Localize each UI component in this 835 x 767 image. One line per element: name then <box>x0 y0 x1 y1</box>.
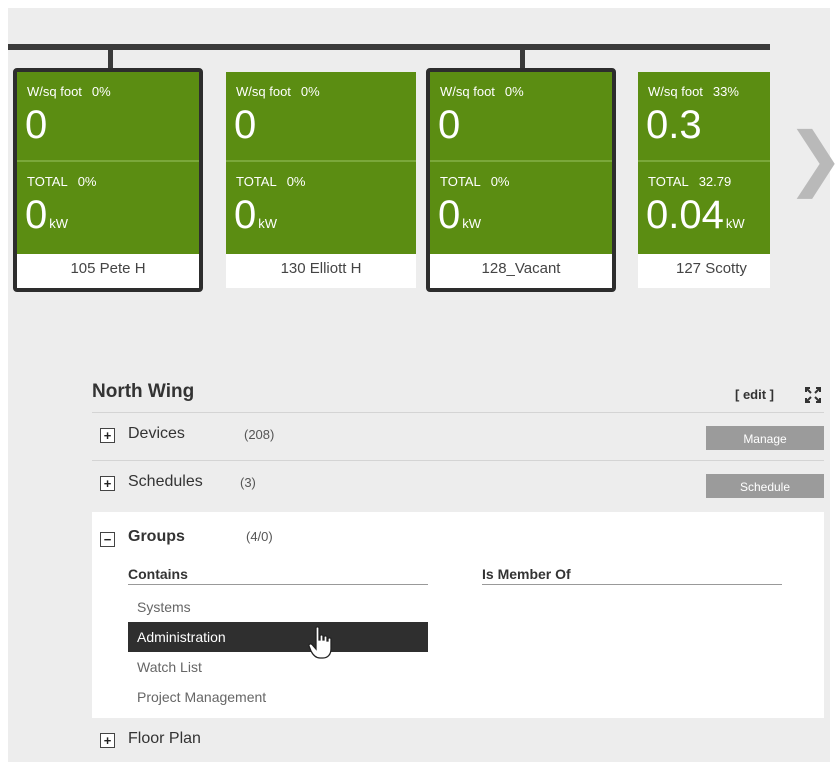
metric-label: W/sq foot <box>648 84 703 99</box>
groups-panel: − Groups (4/0) Contains Is Member Of Sys… <box>92 512 824 718</box>
power-density-panel: W/sq foot 33% 0.3 <box>638 72 770 162</box>
floor-plan-row: + Floor Plan <box>92 718 824 764</box>
groups-count: (4/0) <box>246 529 273 544</box>
room-card-130-elliott-h[interactable]: W/sq foot 0% 0 TOTAL 0% 0 kW 130 Elliott H <box>226 72 416 288</box>
metric-value: 0 <box>234 103 257 147</box>
room-name: 128_Vacant <box>481 260 561 277</box>
room-name: 105 Pete H <box>70 260 146 277</box>
total-label: TOTAL <box>236 174 277 189</box>
bus-line <box>8 44 770 50</box>
power-density-panel: W/sq foot 0% 0 <box>430 72 612 162</box>
floor-plan-label[interactable]: Floor Plan <box>128 730 201 748</box>
metric-percent: 0% <box>91 84 111 99</box>
hand-pointer-icon <box>308 626 332 659</box>
room-card-127-scotty[interactable]: W/sq foot 33% 0.3 TOTAL 32.79 0.04 kW 127 S… <box>638 72 770 288</box>
power-density-panel: W/sq foot 0% 0 <box>226 72 416 162</box>
expand-toggle[interactable]: + <box>100 733 115 748</box>
room-carousel: W/sq foot 0% 0 TOTAL 0% 0 kW 105 Pete H W/s… <box>8 8 770 308</box>
schedules-label[interactable]: Schedules <box>128 473 203 491</box>
devices-count: (208) <box>244 427 275 442</box>
schedules-row: + Schedules (3) Schedule <box>92 460 824 507</box>
expand-toggle[interactable]: + <box>100 428 115 443</box>
room-card-128-vacant[interactable]: W/sq foot 0% 0 TOTAL 0% 0 kW 128_Vacant <box>426 68 616 292</box>
room-card-105-pete-h[interactable]: W/sq foot 0% 0 TOTAL 0% 0 kW 105 Pete H <box>13 68 203 292</box>
manage-button[interactable]: Manage <box>706 426 824 450</box>
total-label: TOTAL <box>27 174 68 189</box>
total-value: 0 <box>234 193 257 237</box>
power-density-panel: W/sq foot 0% 0 <box>17 72 199 162</box>
edit-link[interactable]: [ edit ] <box>735 387 774 402</box>
total-unit: kW <box>462 216 482 231</box>
contains-header: Contains <box>128 566 428 585</box>
metric-value: 0.3 <box>646 103 702 147</box>
total-unit: kW <box>258 216 278 231</box>
list-item-systems[interactable]: Systems <box>128 592 428 622</box>
metric-percent: 0% <box>300 84 320 99</box>
expand-toggle[interactable]: + <box>100 476 115 491</box>
total-power-panel: TOTAL 0% 0 kW <box>226 162 416 254</box>
metric-percent: 33% <box>712 84 739 99</box>
schedule-button[interactable]: Schedule <box>706 474 824 498</box>
collapse-toggle[interactable]: − <box>100 532 115 547</box>
chevron-right-icon[interactable]: ❯ <box>786 118 835 198</box>
total-label: TOTAL <box>648 174 689 189</box>
dashboard-canvas: W/sq foot 0% 0 TOTAL 0% 0 kW 105 Pete H W/s… <box>8 8 835 764</box>
total-percent: 0% <box>286 174 306 189</box>
total-value: 0 <box>25 193 48 237</box>
schedules-count: (3) <box>240 475 256 490</box>
total-power-panel: TOTAL 32.79 0.04 kW <box>638 162 770 254</box>
metric-value: 0 <box>25 103 48 147</box>
total-unit: kW <box>49 216 69 231</box>
is-member-of-header: Is Member Of <box>482 566 782 585</box>
total-label: TOTAL <box>440 174 481 189</box>
metric-value: 0 <box>438 103 461 147</box>
total-power-panel: TOTAL 0% 0 kW <box>17 162 199 254</box>
list-item-project-management[interactable]: Project Management <box>128 682 428 712</box>
total-percent: 0% <box>77 174 97 189</box>
room-name: 130 Elliott H <box>280 260 362 277</box>
groups-label[interactable]: Groups <box>128 528 185 546</box>
expand-icon[interactable] <box>805 387 821 403</box>
total-unit: kW <box>725 216 745 231</box>
total-value: 0 <box>438 193 461 237</box>
list-item-administration[interactable]: Administration <box>128 622 428 652</box>
total-percent: 32.79 <box>698 174 732 189</box>
bus-connector <box>108 44 113 68</box>
devices-row: + Devices (208) Manage <box>92 412 824 459</box>
metric-label: W/sq foot <box>27 84 82 99</box>
devices-label[interactable]: Devices <box>128 425 185 443</box>
metric-label: W/sq foot <box>440 84 495 99</box>
contains-list: Systems Administration Watch List Projec… <box>128 592 428 712</box>
section-title: North Wing <box>92 381 195 402</box>
total-value: 0.04 <box>646 193 724 237</box>
metric-percent: 0% <box>504 84 524 99</box>
total-power-panel: TOTAL 0% 0 kW <box>430 162 612 254</box>
list-item-watch-list[interactable]: Watch List <box>128 652 428 682</box>
room-name: 127 Scotty <box>676 260 747 277</box>
metric-label: W/sq foot <box>236 84 291 99</box>
total-percent: 0% <box>490 174 510 189</box>
bus-connector <box>520 44 525 68</box>
